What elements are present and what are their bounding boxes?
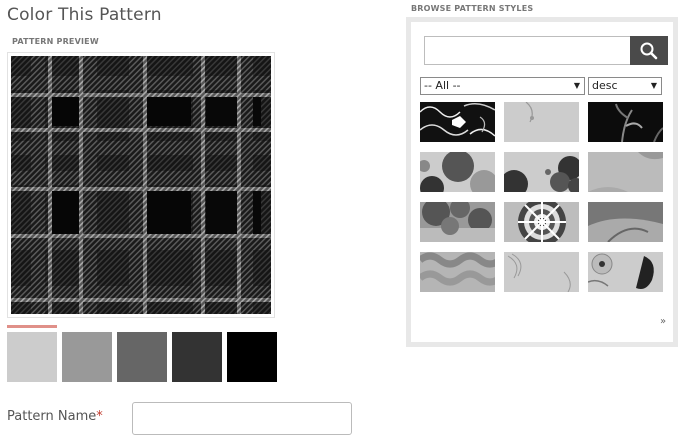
pattern-browser-panel: -- All -- ▼ desc ▼ » <box>406 17 678 347</box>
thumbnail-image <box>507 253 571 292</box>
required-mark: * <box>96 409 103 424</box>
pattern-thumbnail-round-blobs[interactable] <box>420 152 495 192</box>
color-swatch-4[interactable] <box>172 332 222 382</box>
thumbnail-image <box>588 253 654 289</box>
thumbnail-image <box>518 202 566 242</box>
thumbnail-image <box>420 252 495 286</box>
pattern-thumbnail-tribal-floral[interactable] <box>420 102 495 142</box>
pattern-thumbnail-wavy-stripes[interactable] <box>420 252 495 292</box>
color-swatch-5[interactable] <box>227 332 277 382</box>
thumbnail-image <box>420 202 495 242</box>
thumbnail-image <box>525 102 534 123</box>
color-swatch-1[interactable] <box>7 332 57 382</box>
category-select[interactable]: -- All -- ▼ <box>420 77 585 95</box>
pattern-thumbnail-paisley-bird[interactable] <box>588 252 663 292</box>
pattern-thumbnail-cloud-flowers[interactable] <box>504 152 579 192</box>
thumbnail-image <box>588 152 663 192</box>
dropdown-arrow-icon: ▼ <box>650 81 657 90</box>
preview-label: PATTERN PREVIEW <box>12 37 99 46</box>
order-select-value: desc <box>592 79 618 92</box>
pattern-preview <box>7 52 275 318</box>
thumbnail-image <box>420 103 495 137</box>
browse-label: BROWSE PATTERN STYLES <box>411 4 534 13</box>
thumbnail-image <box>420 152 495 192</box>
dropdown-arrow-icon: ▼ <box>573 81 580 90</box>
pattern-thumbnail-soft-waves[interactable] <box>588 152 663 192</box>
order-select[interactable]: desc ▼ <box>588 77 662 95</box>
pattern-thumbnail-leaf-stems[interactable] <box>588 102 663 142</box>
pattern-name-input[interactable] <box>132 402 352 435</box>
thumbnail-image <box>588 218 663 242</box>
page-title: Color This Pattern <box>7 5 162 25</box>
plaid-pattern-image <box>11 56 271 314</box>
next-page-link[interactable]: » <box>660 316 666 327</box>
thumbnail-image <box>615 103 663 142</box>
pattern-name-label-text: Pattern Name <box>7 409 97 424</box>
pattern-thumbnail-circle-swirl[interactable] <box>504 102 579 142</box>
selected-swatch-indicator <box>7 325 57 328</box>
pattern-thumbnail-mosaic-medallion[interactable] <box>504 202 579 242</box>
magnifier-icon <box>640 42 658 60</box>
color-swatch-3[interactable] <box>117 332 167 382</box>
pattern-thumbnail-rose-clusters[interactable] <box>420 202 495 242</box>
color-swatch-2[interactable] <box>62 332 112 382</box>
category-select-value: -- All -- <box>424 79 461 92</box>
pattern-thumbnail-leaf-overlap[interactable] <box>588 202 663 242</box>
pattern-search-input[interactable] <box>424 36 630 65</box>
pattern-thumbnail-line-swirls[interactable] <box>504 252 579 292</box>
search-button[interactable] <box>630 36 668 65</box>
thumbnail-image <box>504 156 579 192</box>
pattern-name-label: Pattern Name* <box>7 409 103 424</box>
